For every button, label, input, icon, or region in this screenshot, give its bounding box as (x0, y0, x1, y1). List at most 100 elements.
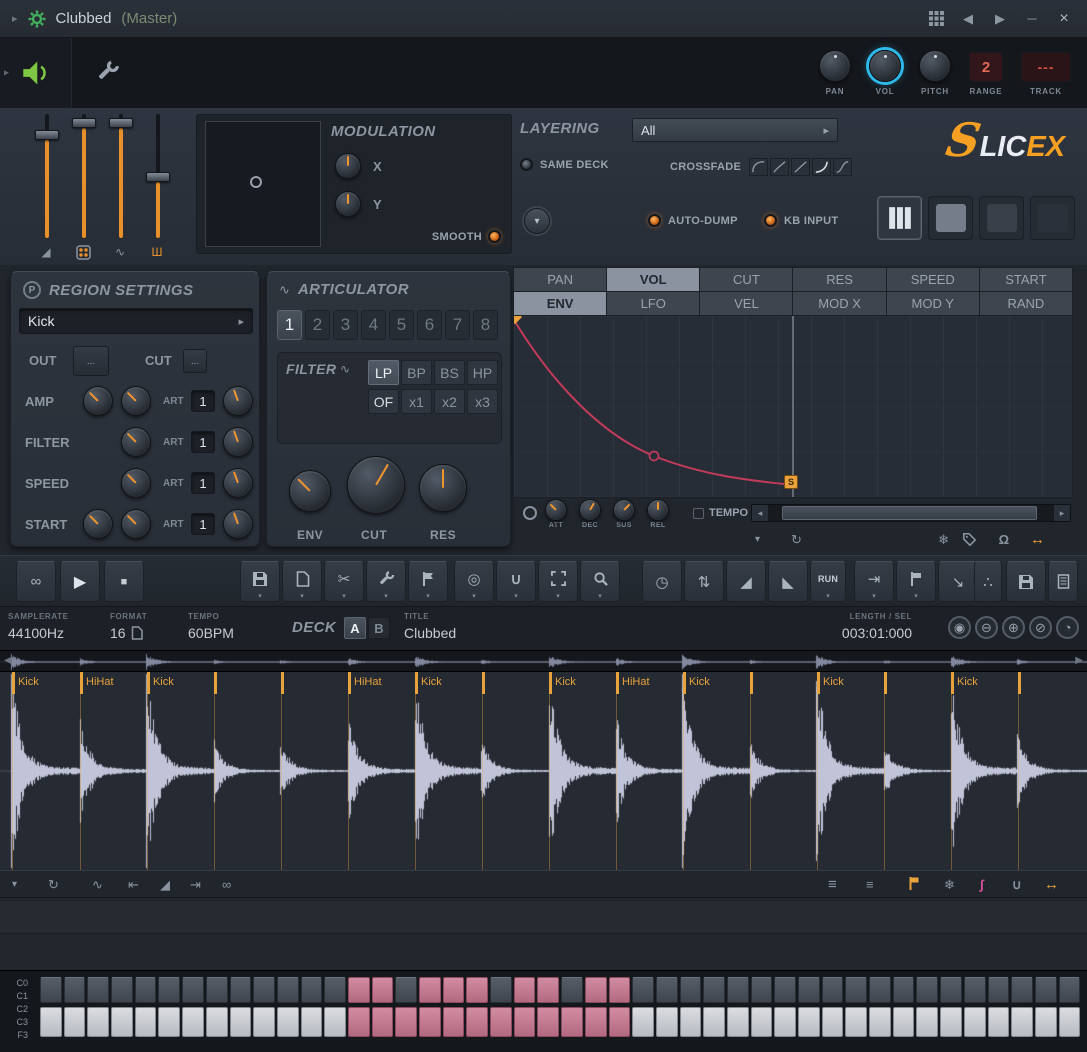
overview-scroll-left-icon[interactable]: ◀ (4, 655, 12, 666)
piano-key-bottom-42[interactable] (1035, 1007, 1057, 1037)
keyboard-grid-icon[interactable] (925, 11, 947, 26)
zoom-tool-button[interactable]: ▾ (580, 561, 620, 602)
piano-key-bottom-5[interactable] (158, 1007, 180, 1037)
piano-key-bottom-29[interactable] (727, 1007, 749, 1037)
piano-key-bottom-10[interactable] (277, 1007, 299, 1037)
auto-dump-led[interactable] (648, 214, 661, 227)
pan-knob[interactable] (819, 50, 851, 82)
deck-a-button[interactable]: A (344, 617, 366, 639)
resonance-knob[interactable] (419, 464, 467, 512)
piano-key-bottom-21[interactable] (537, 1007, 559, 1037)
reel-icon[interactable]: ◉ (948, 616, 971, 639)
piano-key-top-35[interactable] (869, 977, 891, 1003)
piano-key-top-40[interactable] (988, 977, 1010, 1003)
piano-key-top-1[interactable] (64, 977, 86, 1003)
piano-key-bottom-9[interactable] (253, 1007, 275, 1037)
piano-key-bottom-32[interactable] (798, 1007, 820, 1037)
release-knob[interactable] (647, 499, 669, 521)
scrub-circle-icon[interactable]: ◔ (1056, 616, 1079, 639)
time-tool-button[interactable]: ◷ (642, 561, 682, 602)
amp-art-value[interactable]: 1 (191, 390, 215, 412)
piano-key-top-38[interactable] (940, 977, 962, 1003)
title-value[interactable]: Clubbed (404, 625, 456, 641)
amp-knob-2[interactable] (121, 386, 151, 416)
piano-key-top-9[interactable] (253, 977, 275, 1003)
collapse-arrow-icon[interactable]: ▸ (4, 68, 9, 79)
piano-key-bottom-40[interactable] (988, 1007, 1010, 1037)
articulator-slot-4[interactable]: 4 (361, 310, 386, 340)
crossfade-curve-3-button[interactable] (791, 158, 810, 176)
piano-key-top-18[interactable] (466, 977, 488, 1003)
kb-input-led[interactable] (764, 214, 777, 227)
piano-key-bottom-14[interactable] (372, 1007, 394, 1037)
detach-prev-icon[interactable]: ◀ (957, 11, 979, 27)
plugin-menu-arrow-icon[interactable]: ▸ (12, 12, 18, 25)
piano-key-top-39[interactable] (964, 977, 986, 1003)
slide-tool-button[interactable]: ↘ (938, 561, 978, 602)
level-fader-2[interactable] (71, 114, 97, 238)
piano-key-top-37[interactable] (916, 977, 938, 1003)
envelope-tab-vel[interactable]: VEL (700, 292, 792, 315)
normalize-button[interactable]: ⇅ (684, 561, 724, 602)
tempo-checkbox[interactable]: TEMPO (693, 507, 748, 519)
piano-key-bottom-17[interactable] (443, 1007, 465, 1037)
piano-key-bottom-22[interactable] (561, 1007, 583, 1037)
region-selector-dropdown[interactable]: Kick ▸ (19, 308, 253, 334)
play-button[interactable]: ▶ (60, 561, 100, 602)
envelope-tab-vol[interactable]: VOL (607, 268, 699, 291)
speed-art-knob[interactable] (223, 468, 253, 498)
deck-view-4-button[interactable] (1030, 196, 1075, 240)
level-fader-4[interactable] (145, 114, 171, 238)
start-art-value[interactable]: 1 (191, 513, 215, 535)
add-slice-flag-icon[interactable] (908, 876, 920, 895)
filter-type-lp[interactable]: LP (368, 360, 399, 385)
piano-key-top-42[interactable] (1035, 977, 1057, 1003)
plugin-options-wrench-icon[interactable] (96, 59, 120, 88)
select-tool-button[interactable]: ▾ (538, 561, 578, 602)
piano-key-top-10[interactable] (277, 977, 299, 1003)
piano-key-bottom-27[interactable] (680, 1007, 702, 1037)
filter-type-bp[interactable]: BP (401, 360, 432, 385)
piano-key-top-43[interactable] (1059, 977, 1081, 1003)
piano-key-bottom-25[interactable] (632, 1007, 654, 1037)
tag-icon[interactable] (962, 532, 977, 551)
envelope-tab-rand[interactable]: RAND (980, 292, 1072, 315)
trim-left-icon[interactable]: ⇤ (128, 876, 139, 893)
attack-knob[interactable] (545, 499, 567, 521)
filter-mode-x3[interactable]: x3 (467, 389, 498, 414)
articulator-slot-5[interactable]: 5 (389, 310, 414, 340)
crossfade-curve-2-button[interactable] (770, 158, 789, 176)
piano-key-top-11[interactable] (301, 977, 323, 1003)
piano-key-top-6[interactable] (182, 977, 204, 1003)
speed-knob-2[interactable] (121, 468, 151, 498)
corner-tool-icon[interactable]: ◢ (34, 244, 58, 260)
freeze-icon[interactable]: ❄ (938, 532, 949, 548)
smooth-led[interactable] (488, 230, 501, 243)
start-knob-1[interactable] (83, 509, 113, 539)
piano-key-top-2[interactable] (87, 977, 109, 1003)
filter-mode-of[interactable]: OF (368, 389, 399, 414)
add-marker-button[interactable]: ▾ (896, 561, 936, 602)
envelope-tab-speed[interactable]: SPEED (887, 268, 979, 291)
declick-wave-icon[interactable]: ∿ (92, 876, 103, 893)
same-deck-led[interactable] (520, 158, 533, 171)
articulator-slot-7[interactable]: 7 (445, 310, 470, 340)
marker-list-icon[interactable]: ≡ (866, 876, 874, 893)
random-dice-icon[interactable] (71, 244, 95, 260)
cut-button[interactable]: ✂▾ (324, 561, 364, 602)
comb-declick-icon[interactable]: Ш (145, 244, 169, 260)
envelope-loop-button[interactable] (523, 506, 537, 520)
piano-key-top-25[interactable] (632, 977, 654, 1003)
filter-type-bs[interactable]: BS (434, 360, 465, 385)
envelope-scrollbar[interactable]: ◂ ▸ (751, 504, 1071, 522)
piano-key-top-21[interactable] (537, 977, 559, 1003)
wave-shape-icon[interactable]: ∿ (108, 244, 132, 260)
scroll-left-icon[interactable]: ◂ (752, 505, 768, 521)
piano-key-top-29[interactable] (727, 977, 749, 1003)
piano-key-top-34[interactable] (845, 977, 867, 1003)
piano-key-bottom-36[interactable] (893, 1007, 915, 1037)
piano-key-bottom-39[interactable] (964, 1007, 986, 1037)
sync-stretch-icon[interactable]: ↔ (1030, 532, 1045, 548)
piano-key-top-27[interactable] (680, 977, 702, 1003)
envelope-tab-mod-y[interactable]: MOD Y (887, 292, 979, 315)
